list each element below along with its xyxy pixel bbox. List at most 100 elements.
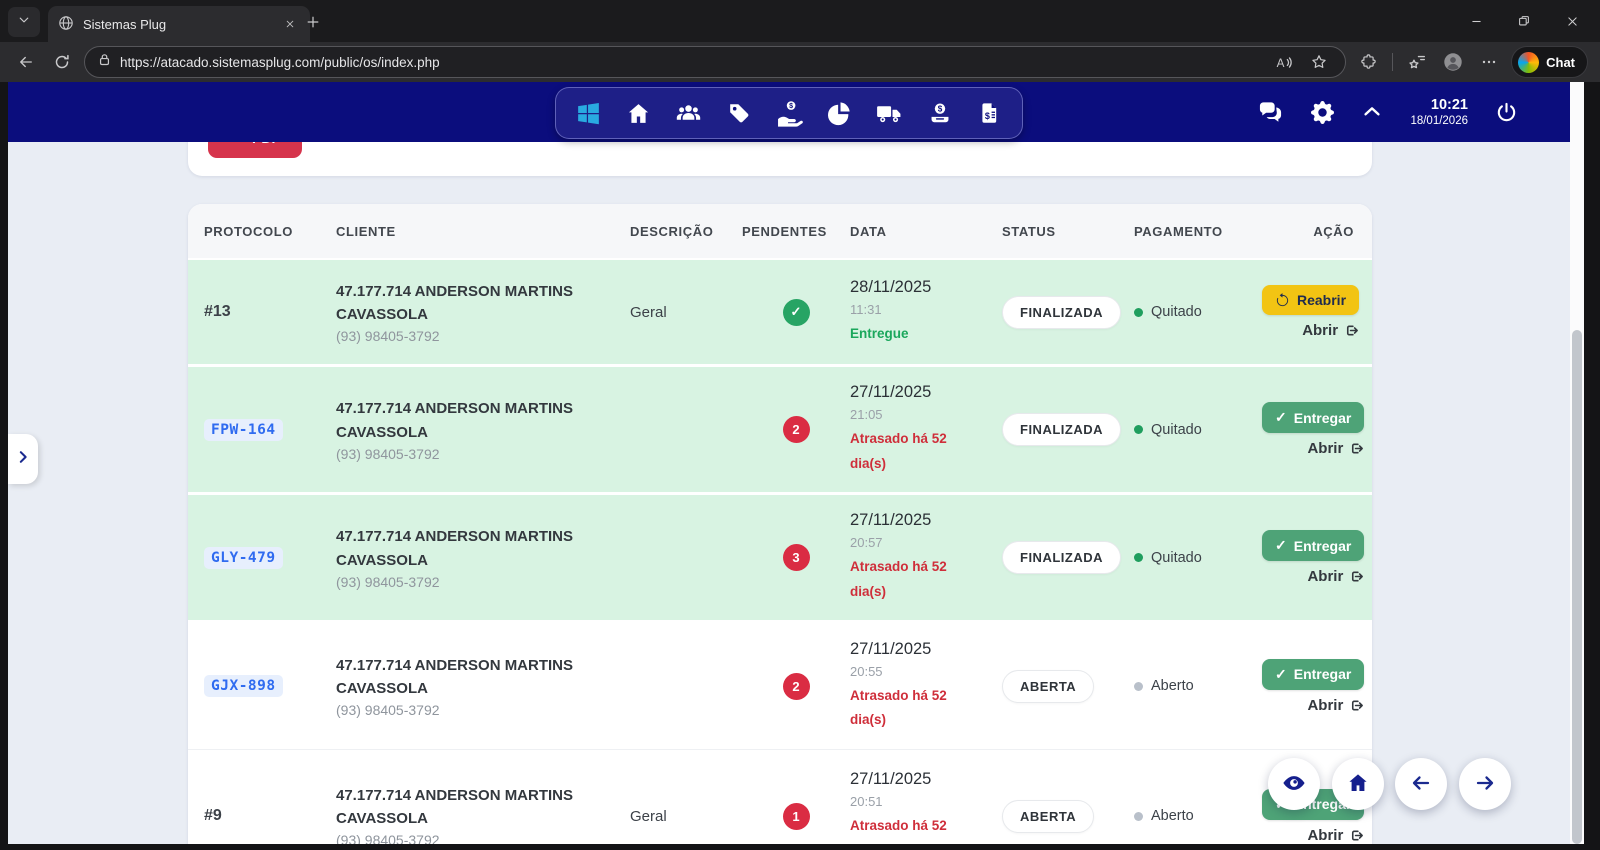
- protocol-cell: GJX-898: [188, 677, 336, 695]
- users-icon[interactable]: [671, 93, 707, 133]
- profile-avatar[interactable]: [1439, 48, 1467, 76]
- more-options-icon[interactable]: [1475, 48, 1503, 76]
- forward-fab[interactable]: [1459, 758, 1511, 810]
- gear-icon[interactable]: [1311, 101, 1334, 124]
- favorite-star-icon[interactable]: [1305, 48, 1333, 76]
- time-value: 11:31: [850, 302, 1002, 317]
- header-pagamento: PAGAMENTO: [1134, 224, 1262, 239]
- protocol-link[interactable]: GLY-479: [204, 547, 283, 569]
- protocol-link[interactable]: FPW-164: [204, 419, 283, 441]
- home-icon[interactable]: [620, 93, 656, 133]
- date-note: Entregue: [850, 322, 1002, 346]
- status-cell: FINALIZADA: [1002, 413, 1134, 446]
- url-text[interactable]: https://atacado.sistemasplug.com/public/…: [120, 55, 1261, 70]
- navbar-right: 10:21 18/01/2026: [1257, 82, 1518, 142]
- table-row[interactable]: FPW-16447.177.714 ANDERSON MARTINS CAVAS…: [188, 367, 1372, 495]
- navbar-date: 18/01/2026: [1410, 114, 1468, 128]
- date-value: 27/11/2025: [850, 640, 1002, 659]
- pie-chart-icon[interactable]: [821, 93, 857, 133]
- toolbar-divider: [1392, 53, 1393, 71]
- navbar-time: 10:21: [1410, 96, 1468, 114]
- table-row[interactable]: GLY-47947.177.714 ANDERSON MARTINS CAVAS…: [188, 495, 1372, 623]
- client-phone: (93) 98405-3792: [336, 832, 630, 844]
- client-name: 47.177.714 ANDERSON MARTINS CAVASSOLA: [336, 784, 630, 831]
- windows-icon[interactable]: [570, 93, 606, 133]
- open-link[interactable]: Abrir: [1307, 697, 1364, 714]
- status-cell: FINALIZADA: [1002, 541, 1134, 574]
- date-note: Atrasado há 52 dia(s): [850, 814, 1002, 844]
- client-cell: 47.177.714 ANDERSON MARTINS CAVASSOLA(93…: [336, 784, 630, 844]
- maximize-button[interactable]: [1500, 0, 1548, 42]
- globe-favicon-icon: [58, 15, 74, 34]
- truck-icon[interactable]: [871, 93, 907, 133]
- payment-cell: Quitado: [1134, 550, 1262, 566]
- table-row[interactable]: #1347.177.714 ANDERSON MARTINS CAVASSOLA…: [188, 260, 1372, 367]
- preview-fab[interactable]: [1268, 758, 1320, 810]
- payment-label: Aberto: [1151, 678, 1194, 694]
- invoice-dollar-icon[interactable]: $: [972, 93, 1008, 133]
- power-icon[interactable]: [1495, 101, 1518, 124]
- protocol-link[interactable]: GJX-898: [204, 675, 283, 697]
- read-aloud-icon[interactable]: A: [1269, 48, 1297, 76]
- open-link[interactable]: Abrir: [1302, 322, 1359, 339]
- open-link[interactable]: Abrir: [1307, 568, 1364, 585]
- date-cell: 28/11/202511:31Entregue: [850, 278, 1002, 346]
- protocol-label: #9: [204, 807, 222, 824]
- tab-search-button[interactable]: [8, 7, 40, 37]
- hand-dollar-icon[interactable]: $: [771, 93, 807, 133]
- tab-close-icon[interactable]: [280, 14, 300, 34]
- tag-icon[interactable]: [721, 93, 757, 133]
- svg-text:$: $: [985, 111, 990, 121]
- window-controls: [1452, 0, 1596, 42]
- scrollbar-track[interactable]: [1570, 82, 1584, 844]
- extensions-icon[interactable]: [1354, 48, 1382, 76]
- deliver-button[interactable]: ✓Entregar: [1262, 402, 1364, 433]
- pending-cell: 1: [742, 803, 850, 830]
- action-button-label: Reabrir: [1297, 292, 1346, 308]
- home-fab[interactable]: [1332, 758, 1384, 810]
- pending-count-badge: 3: [783, 544, 810, 571]
- payment-label: Aberto: [1151, 808, 1194, 824]
- client-phone: (93) 98405-3792: [336, 328, 630, 344]
- pending-check-badge: ✓: [783, 299, 810, 326]
- minimize-button[interactable]: [1452, 0, 1500, 42]
- open-link[interactable]: Abrir: [1307, 440, 1364, 457]
- open-link-label: Abrir: [1302, 322, 1338, 339]
- reopen-button[interactable]: Reabrir: [1262, 285, 1359, 315]
- action-button-label: Entregar: [1294, 410, 1352, 426]
- chat-bubbles-icon[interactable]: [1257, 99, 1284, 126]
- pending-cell: 3: [742, 544, 850, 571]
- header-data: DATA: [850, 224, 1002, 239]
- expand-sidebar-flap[interactable]: [8, 434, 38, 484]
- cash-insert-icon[interactable]: $: [922, 93, 958, 133]
- address-bar[interactable]: https://atacado.sistemasplug.com/public/…: [84, 46, 1346, 78]
- refresh-button[interactable]: [48, 48, 76, 76]
- protocol-cell: FPW-164: [188, 421, 336, 439]
- scrollbar-thumb[interactable]: [1572, 330, 1582, 844]
- page-viewport: $ $ $ 10:21 18/01/2026 PDF PROTOCOLO CLI…: [8, 82, 1584, 844]
- navbar-clock: 10:21 18/01/2026: [1410, 96, 1468, 129]
- table-row[interactable]: #9 47.177.714 ANDERSON MARTINS CAVASSOLA(…: [188, 750, 1372, 844]
- table-row[interactable]: GJX-89847.177.714 ANDERSON MARTINS CAVAS…: [188, 623, 1372, 750]
- action-cell: Reabrir Abrir: [1262, 285, 1377, 339]
- open-link[interactable]: Abrir: [1307, 827, 1364, 844]
- copilot-chat-button[interactable]: Chat: [1511, 46, 1588, 78]
- open-link-label: Abrir: [1307, 827, 1343, 844]
- browser-tab[interactable]: Sistemas Plug: [48, 6, 310, 42]
- chevron-down-icon: [18, 13, 30, 31]
- protocol-label: #13: [204, 303, 231, 320]
- close-button[interactable]: [1548, 0, 1596, 42]
- box-arrow-right-icon: [1349, 441, 1364, 456]
- favorites-bar-icon[interactable]: [1403, 48, 1431, 76]
- deliver-button[interactable]: ✓Entregar: [1262, 530, 1364, 561]
- new-tab-button[interactable]: [300, 11, 326, 37]
- date-note: Atrasado há 52 dia(s): [850, 555, 1002, 604]
- payment-cell: Aberto: [1134, 808, 1262, 824]
- chevron-up-icon[interactable]: [1361, 101, 1383, 123]
- back-button[interactable]: [12, 48, 40, 76]
- deliver-button[interactable]: ✓Entregar: [1262, 659, 1364, 690]
- date-value: 27/11/2025: [850, 770, 1002, 789]
- header-pendentes: PENDENTES: [742, 224, 850, 239]
- payment-label: Quitado: [1151, 422, 1202, 438]
- back-fab[interactable]: [1395, 758, 1447, 810]
